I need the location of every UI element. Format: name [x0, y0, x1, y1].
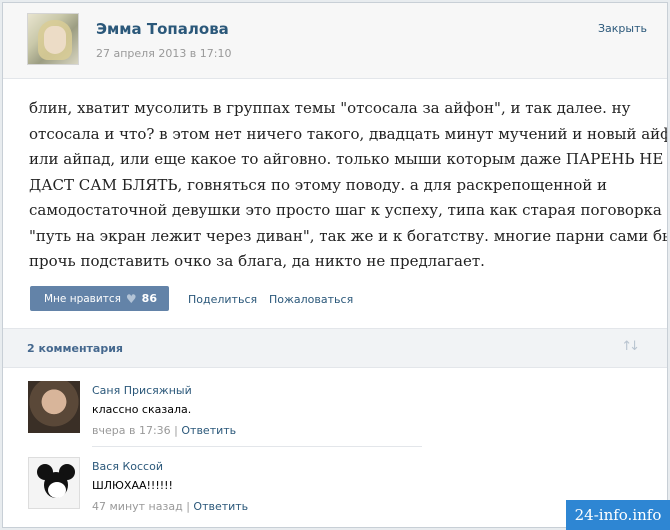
reply-link[interactable]: Ответить	[193, 500, 248, 513]
post-text: блин, хватит мусолить в группах темы "от…	[29, 96, 668, 275]
share-link[interactable]: Поделиться	[188, 293, 257, 306]
commenter-name[interactable]: Вася Коссой	[92, 460, 163, 473]
close-link[interactable]: Закрыть	[598, 22, 647, 35]
like-count: 86	[141, 292, 157, 305]
comment-time[interactable]: 47 минут назад	[92, 500, 183, 513]
post-text-line: самодостаточной девушки это просто шаг к…	[29, 201, 662, 219]
comments-count[interactable]: 2 комментария	[27, 342, 123, 355]
report-link[interactable]: Пожаловаться	[269, 293, 353, 306]
post-text-line: отсосала и что? в этом нет ничего такого…	[29, 124, 668, 143]
commenter-name[interactable]: Саня Присяжный	[92, 384, 192, 397]
heart-icon: ♥	[125, 291, 137, 306]
comment-text: классно сказала.	[92, 403, 192, 416]
post-text-line: "путь на экран лежит через диван", так ж…	[29, 226, 668, 245]
comment-meta: 47 минут назад | Ответить	[92, 500, 248, 513]
author-avatar[interactable]	[27, 13, 79, 65]
like-label: Мне нравится	[44, 292, 121, 305]
meta-separator: |	[174, 424, 178, 437]
comment-time[interactable]: вчера в 17:36	[92, 424, 171, 437]
reply-link[interactable]: Ответить	[181, 424, 236, 437]
avatar-face	[44, 26, 66, 54]
commenter-avatar[interactable]	[28, 457, 80, 509]
post-text-line: прочь подставить очко за блага, да никто…	[29, 252, 485, 270]
post-text-line: ДАСТ САМ БЛЯТЬ, говняться по этому повод…	[29, 175, 607, 194]
like-button[interactable]: Мне нравится ♥ 86	[30, 286, 169, 311]
post-text-line: блин, хватит мусолить в группах темы "от…	[29, 99, 631, 117]
post-text-line: или айпад, или еще какое то айговно. тол…	[29, 150, 664, 168]
comment-meta: вчера в 17:36 | Ответить	[92, 424, 236, 437]
avatar-face	[48, 482, 66, 498]
author-name[interactable]: Эмма Топалова	[96, 20, 229, 38]
commenter-avatar[interactable]	[28, 381, 80, 433]
meta-separator: |	[186, 500, 190, 513]
comment-divider	[92, 446, 422, 447]
post-date[interactable]: 27 апреля 2013 в 17:10	[96, 47, 232, 60]
post-window: Эмма Топалова 27 апреля 2013 в 17:10 Зак…	[2, 2, 668, 528]
comments-header: 2 комментария ↑↓	[3, 328, 667, 368]
watermark: 24-info.info	[566, 500, 670, 530]
post-header: Эмма Топалова 27 апреля 2013 в 17:10 Зак…	[3, 3, 667, 79]
sort-arrows-icon[interactable]: ↑↓	[621, 339, 640, 354]
comment-text: ШЛЮХАА!!!!!!	[92, 479, 173, 492]
